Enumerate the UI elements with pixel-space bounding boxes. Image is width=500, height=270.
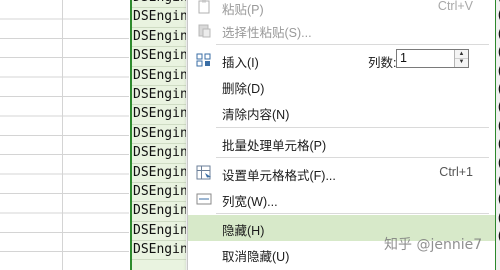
menu-item-column-width[interactable]: 列宽(W)...: [188, 186, 495, 212]
cell-d[interactable]: (: [496, 191, 500, 209]
menu-item-label: 粘贴(P): [222, 3, 264, 17]
menu-item-label: 删除(D): [222, 82, 265, 96]
cell-c[interactable]: DSEngine: [132, 0, 186, 9]
cell-c[interactable]: DSEngine: [132, 86, 186, 106]
insert-count-stepper[interactable]: 1 ▲ ▼: [396, 49, 469, 68]
cell-c[interactable]: DSEngine: [132, 241, 186, 261]
insert-count-label: 列数:: [368, 56, 397, 70]
column-c-selected[interactable]: DSEngineDSEngineDSEngineDSEngineDSEngine…: [130, 0, 186, 270]
menu-item-label: 选择性粘贴(S)...: [222, 26, 312, 40]
menu-item-label: 列宽(W)...: [222, 195, 278, 209]
column-b[interactable]: [63, 0, 129, 270]
cell-d[interactable]: (: [496, 210, 500, 228]
insert-count-value[interactable]: 1: [400, 51, 407, 65]
menu-separator: [216, 127, 489, 128]
cell-c[interactable]: DSEngine: [132, 28, 186, 48]
insert-column-icon: [196, 52, 212, 68]
menu-item-label: 隐藏(H): [222, 224, 265, 238]
cell-d[interactable]: (: [496, 7, 500, 25]
cell-c[interactable]: DSEngine: [132, 202, 186, 222]
cell-d[interactable]: (: [496, 63, 500, 81]
cell-c[interactable]: DSEngine: [132, 164, 186, 183]
menu-item-shortcut: Ctrl+1: [439, 165, 473, 179]
paste-special-icon: [196, 22, 212, 38]
menu-item-insert[interactable]: 插入(I) 列数: 1 ▲ ▼: [188, 47, 495, 73]
cell-d[interactable]: (: [496, 26, 500, 44]
menu-separator: [216, 44, 489, 45]
paste-icon: [196, 0, 212, 15]
menu-item-label: 批量处理单元格(P): [222, 139, 327, 153]
cell-c[interactable]: DSEngine: [132, 222, 186, 242]
menu-separator: [216, 213, 489, 214]
cell-c[interactable]: DSEngine: [132, 144, 186, 164]
format-cells-icon: [196, 165, 212, 181]
menu-item-label: 清除内容(N): [222, 108, 290, 122]
cell-c[interactable]: DSEngine: [132, 183, 186, 203]
cell-d[interactable]: (: [496, 155, 500, 173]
cell-c[interactable]: DSEngine: [132, 125, 186, 145]
menu-item-shortcut: Ctrl+V: [437, 0, 473, 13]
menu-item-delete[interactable]: 删除(D): [188, 73, 495, 99]
menu-item-batch-process[interactable]: 批量处理单元格(P): [188, 130, 495, 156]
column-a[interactable]: [0, 0, 63, 270]
cell-d[interactable]: (: [496, 228, 500, 246]
menu-item-label: 取消隐藏(U): [222, 250, 290, 264]
cell-d[interactable]: (: [496, 173, 500, 191]
cell-c[interactable]: DSEngine: [132, 105, 186, 125]
menu-separator: [216, 157, 489, 158]
cell-d[interactable]: (: [496, 99, 500, 117]
menu-item-label: 插入(I): [222, 56, 259, 70]
cell-d[interactable]: (: [496, 136, 500, 154]
context-menu: 粘贴(P) Ctrl+V 选择性粘贴(S)... 插入(I) 列数: 1 ▲ ▼: [187, 0, 495, 270]
screen: DSEngineDSEngineDSEngineDSEngineDSEngine…: [0, 0, 500, 270]
cell-d[interactable]: (: [496, 44, 500, 62]
stepper-buttons: ▲ ▼: [454, 50, 468, 67]
stepper-down-icon[interactable]: ▼: [455, 58, 468, 66]
cell-c[interactable]: DSEngine: [132, 67, 186, 86]
column-width-icon: [196, 191, 212, 207]
cell-d[interactable]: (: [496, 118, 500, 136]
cell-c[interactable]: DSEngine: [132, 8, 186, 28]
menu-item-format-cells[interactable]: 设置单元格格式(F)... Ctrl+1: [188, 160, 495, 186]
menu-item-clear-contents[interactable]: 清除内容(N): [188, 99, 495, 125]
cell-d[interactable]: (: [496, 81, 500, 99]
cell-c[interactable]: DSEngine: [132, 47, 186, 67]
watermark: 知乎 @jennie7: [384, 237, 483, 253]
menu-item-label: 设置单元格格式(F)...: [222, 169, 336, 183]
cell-d[interactable]: (: [496, 0, 500, 7]
menu-item-paste-special[interactable]: 选择性粘贴(S)...: [188, 17, 495, 43]
